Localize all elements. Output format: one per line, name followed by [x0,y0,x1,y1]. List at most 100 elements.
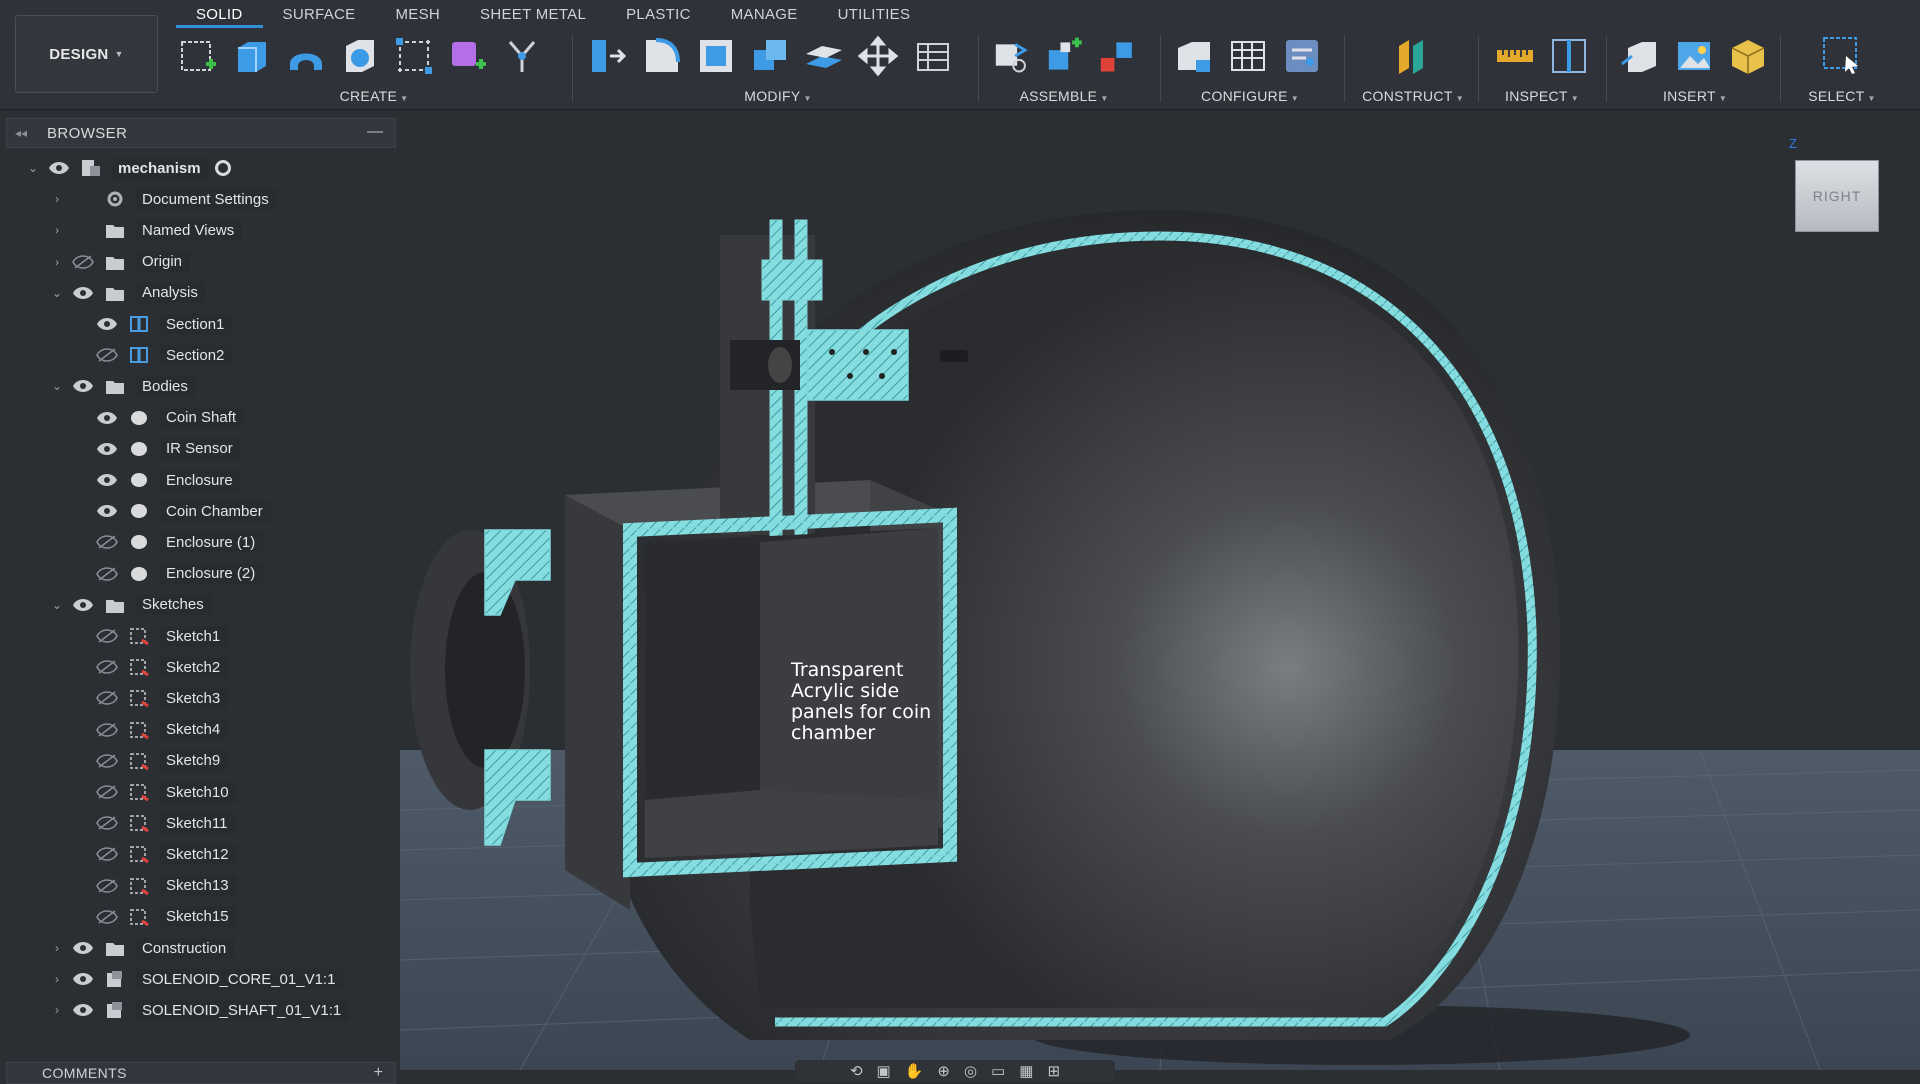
chevron-right-icon[interactable]: › [48,192,66,206]
eye-hidden-icon[interactable] [96,722,118,737]
tree-item[interactable]: Section2 [72,341,233,369]
tree-item[interactable]: Sketch15 [72,903,237,931]
eye-hidden-icon[interactable] [96,910,118,924]
insert-mesh-icon[interactable] [1726,34,1770,78]
tree-item[interactable]: Enclosure (1) [72,528,264,556]
eye-icon[interactable] [96,411,118,425]
configuration-table-icon[interactable] [1226,34,1270,78]
tree-item[interactable]: Sketch11 [72,809,236,837]
insert-label[interactable]: INSERT ▼ [1618,88,1772,104]
tree-item[interactable]: Sketch3 [72,684,229,712]
rectangular-pattern-icon[interactable] [392,34,436,78]
construct-label[interactable]: CONSTRUCT ▼ [1356,88,1470,104]
eye-hidden-icon[interactable] [96,566,118,581]
insert-derive-icon[interactable] [1618,34,1662,78]
chevron-right-icon[interactable]: › [48,941,66,955]
chevron-right-icon[interactable]: › [48,223,66,237]
chevron-down-icon[interactable]: ⌄ [48,598,66,612]
eye-icon[interactable] [72,972,94,986]
eye-icon[interactable] [96,473,118,487]
zoom-icon[interactable]: ⊕ [937,1062,950,1080]
tree-item[interactable]: Sketch9 [72,747,229,775]
eye-icon[interactable] [96,317,118,331]
tree-item[interactable]: ⌄ Sketches [48,591,212,619]
decal-icon[interactable] [1672,34,1716,78]
minimize-icon[interactable]: — [367,123,383,141]
new-component-icon[interactable] [990,34,1033,78]
workspace-switcher[interactable]: DESIGN ▼ [15,15,158,93]
chevron-down-icon[interactable]: ⌄ [48,379,66,393]
tab-solid[interactable]: SOLID [176,0,263,28]
offset-face-icon[interactable] [802,34,846,78]
eye-icon[interactable] [72,286,94,300]
eye-hidden-icon[interactable] [96,754,118,768]
model-scene[interactable] [400,110,1920,1070]
tab-plastic[interactable]: PLASTIC [606,0,711,28]
eye-icon[interactable] [72,598,94,612]
combine-icon[interactable] [748,34,792,78]
eye-hidden-icon[interactable] [96,816,118,830]
extrude-icon[interactable] [230,34,274,78]
change-parameters-icon[interactable] [910,34,954,78]
chevron-right-icon[interactable]: › [48,255,66,269]
joint-icon[interactable] [1043,34,1086,78]
tab-utilities[interactable]: UTILITIES [818,0,931,28]
record-icon[interactable] [214,160,231,176]
tab-sheet-metal[interactable]: SHEET METAL [460,0,606,28]
tree-item[interactable]: Coin Shaft [72,404,245,432]
eye-icon[interactable] [72,379,94,393]
fillet-icon[interactable] [640,34,684,78]
eye-hidden-icon[interactable] [96,629,118,643]
tree-item[interactable]: Sketch2 [72,653,229,681]
shell-icon[interactable] [694,34,738,78]
tree-item[interactable]: ⌄ Bodies [48,372,196,400]
eye-hidden-icon[interactable] [96,878,118,893]
tab-surface[interactable]: SURFACE [263,0,376,28]
eye-hidden-icon[interactable] [96,691,118,706]
eye-hidden-icon[interactable] [96,785,118,799]
viewcube[interactable]: RIGHT [1795,160,1879,232]
press-pull-icon[interactable] [586,34,630,78]
tree-item[interactable]: ⌄ Analysis [48,279,206,307]
configure-model-icon[interactable] [1172,34,1216,78]
eye-icon[interactable] [96,504,118,518]
configuration-rules-icon[interactable] [1280,34,1324,78]
eye-icon[interactable] [72,1003,94,1017]
tree-item[interactable]: Enclosure (2) [72,560,264,588]
display-settings-icon[interactable]: ▭ [991,1062,1005,1080]
viewports-icon[interactable]: ⊞ [1047,1062,1060,1080]
tree-item[interactable]: › Origin [48,248,191,276]
eye-hidden-icon[interactable] [72,254,94,269]
tree-item[interactable]: › Named Views [48,216,243,244]
collapse-panel-icon[interactable]: ◂◂ [15,126,35,140]
chevron-down-icon[interactable]: ⌄ [24,161,42,175]
eye-icon[interactable] [72,941,94,955]
tree-item[interactable]: Sketch13 [72,872,237,900]
canvas-viewport[interactable]: Transparent Acrylic side panels for coin… [400,110,1920,1070]
add-comment-icon[interactable]: + [374,1064,383,1082]
eye-hidden-icon[interactable] [96,348,118,362]
create-form-icon[interactable] [446,34,490,78]
eye-hidden-icon[interactable] [96,660,118,674]
look-at-icon[interactable]: ▣ [877,1062,891,1080]
offset-plane-icon[interactable] [1391,34,1435,78]
tree-item[interactable]: Sketch4 [72,716,229,744]
eye-icon[interactable] [48,161,70,175]
assemble-label[interactable]: ASSEMBLE ▼ [990,88,1138,104]
eye-hidden-icon[interactable] [96,847,118,862]
eye-icon[interactable] [96,442,118,456]
tree-item[interactable]: › Document Settings [48,185,277,213]
tree-item[interactable]: Sketch10 [72,778,237,806]
tab-mesh[interactable]: MESH [375,0,460,28]
sweep-icon[interactable] [338,34,382,78]
tree-item[interactable]: Coin Chamber [72,497,271,525]
fit-icon[interactable]: ◎ [964,1062,977,1080]
measure-icon[interactable] [1493,34,1537,78]
tree-item[interactable]: › Construction [48,934,235,962]
tab-manage[interactable]: MANAGE [711,0,818,28]
tree-item[interactable]: IR Sensor [72,435,241,463]
modify-label[interactable]: MODIFY ▼ [586,88,970,104]
tree-root[interactable]: ⌄ mechanism [24,154,231,182]
move-copy-icon[interactable] [856,34,900,78]
grid-settings-icon[interactable]: ▦ [1019,1062,1033,1080]
